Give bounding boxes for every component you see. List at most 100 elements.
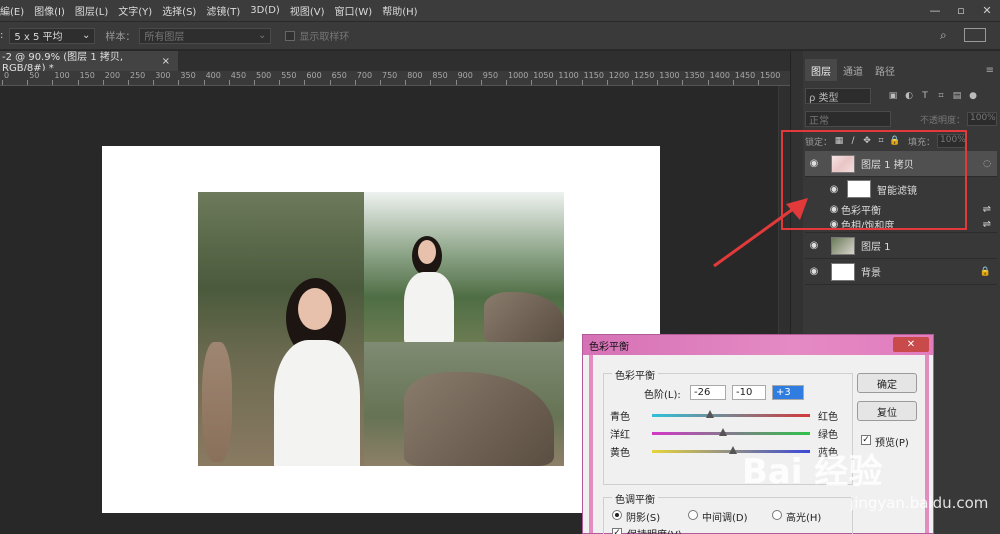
opacity-input[interactable]: 100% <box>967 112 997 126</box>
log-small <box>484 292 564 342</box>
level-cyan-red-input[interactable]: -26 <box>690 385 726 400</box>
search-icon[interactable]: ⌕ <box>940 28 947 43</box>
ruler-tick-line <box>354 80 356 85</box>
baidu-watermark: Bai 经验 jingyan.baidu.com <box>742 444 992 524</box>
shadows-radio[interactable] <box>612 510 622 520</box>
menu-filter[interactable]: 滤镜(T) <box>201 3 245 18</box>
smart-object-filter-icon[interactable]: ▤ <box>949 91 965 101</box>
preserve-luminosity-checkbox[interactable]: ✓ <box>612 528 622 534</box>
adjustment-filter-icon[interactable]: ◐ <box>901 91 917 101</box>
workspace-icon[interactable] <box>964 28 986 42</box>
log-large <box>404 372 554 466</box>
ruler-tick-label: 900 <box>457 71 473 80</box>
ruler-tick-label: 1050 <box>533 71 554 80</box>
ruler-tick-label: 600 <box>306 71 322 80</box>
smart-filter-toggle-icon[interactable]: ◌ <box>983 159 991 169</box>
group-tone-balance-label: 色调平衡 <box>612 491 658 506</box>
ruler-tick-line <box>632 80 633 85</box>
midtones-label: 中间调(D) <box>702 513 748 524</box>
ruler-tick-label: 200 <box>104 71 121 80</box>
ruler-tick-label: 300 <box>155 71 171 80</box>
level-magenta-green-input[interactable]: -10 <box>732 385 766 400</box>
filter-options-icon[interactable]: ⇌ <box>983 204 991 215</box>
pixel-filter-icon[interactable]: ▣ <box>885 91 901 101</box>
type-filter-icon[interactable]: T <box>917 91 933 101</box>
ruler-tick-line <box>77 80 79 85</box>
ruler-tick-line <box>455 80 457 85</box>
dialog-close-button[interactable]: ✕ <box>893 337 929 352</box>
ok-button[interactable]: 确定 <box>857 373 917 393</box>
tab-channels[interactable]: 通道 <box>837 59 869 81</box>
midtones-radio[interactable] <box>688 510 698 520</box>
menu-window[interactable]: 窗口(W) <box>330 3 378 18</box>
layer-row[interactable]: ◉ 图层 1 <box>805 233 997 259</box>
document-canvas[interactable] <box>102 146 660 513</box>
menu-help[interactable]: 帮助(H) <box>377 3 422 18</box>
ruler-tick-label: 950 <box>482 71 499 80</box>
ruler-tick-label: 1100 <box>558 71 579 80</box>
menu-layer[interactable]: 图层(L) <box>70 3 113 18</box>
ruler-tick-label: 650 <box>331 71 347 80</box>
ruler-tick-label: 350 <box>180 71 196 80</box>
show-ring-checkbox[interactable] <box>285 30 296 41</box>
menu-view[interactable]: 视图(V) <box>285 3 330 18</box>
filter-options-icon[interactable]: ⇌ <box>983 219 991 230</box>
slider-knob[interactable] <box>719 428 728 436</box>
ruler-tick-line <box>329 80 331 85</box>
cyan-label: 青色 <box>610 412 630 423</box>
ruler-tick-label: 50 <box>29 71 40 80</box>
figure-dress <box>274 340 360 466</box>
layer-name: 图层 1 <box>861 242 891 253</box>
ruler-tick-line <box>581 80 583 85</box>
sample-layers-value: 所有图层 <box>144 32 185 43</box>
ruler-tick-line <box>682 80 684 85</box>
ruler-tick-label: 750 <box>382 71 398 80</box>
menu-edit[interactable]: 編(E) <box>0 3 29 18</box>
ruler-tick-label: 100 <box>54 71 70 80</box>
shape-filter-icon[interactable]: ⌗ <box>933 91 949 101</box>
opacity-label: 不透明度： <box>919 115 965 126</box>
filter-kind-select[interactable]: ρ 类型 <box>805 88 871 104</box>
ruler-tick-label: 250 <box>130 71 146 80</box>
filter-toggle-icon[interactable]: ● <box>965 91 981 101</box>
ruler-tick-label: 550 <box>281 71 297 80</box>
ruler-tick-label: 450 <box>230 71 247 80</box>
menu-3d[interactable]: 3D(D) <box>245 5 285 16</box>
maximize-button[interactable]: ▫ <box>948 0 974 20</box>
close-tab-icon[interactable]: × <box>162 56 170 67</box>
dialog-titlebar[interactable]: 色彩平衡 ✕ <box>583 335 933 355</box>
sample-size-select[interactable]: 5 x 5 平均 ⌄ <box>9 27 96 44</box>
ruler-tick-label: 700 <box>356 71 373 80</box>
level-yellow-blue-input[interactable]: +3 <box>772 385 804 400</box>
document-tab[interactable]: -2 @ 90.9% (图层 1 拷贝, RGB/8#) * × <box>0 51 178 74</box>
ruler-tick-label: 1150 <box>583 71 604 80</box>
layer-thumbnail <box>831 262 855 281</box>
ruler-tick-line <box>657 80 659 85</box>
sample-label: 样本： <box>105 32 136 43</box>
magenta-green-slider[interactable] <box>652 428 810 436</box>
tab-layers[interactable]: 图层 <box>805 59 837 81</box>
chevron-down-icon: ⌄ <box>257 30 267 41</box>
menu-image[interactable]: 图像(I) <box>29 3 70 18</box>
slider-knob[interactable] <box>706 410 715 418</box>
ruler-tick-line <box>254 80 255 85</box>
menu-select[interactable]: 选择(S) <box>157 3 201 18</box>
slider-knob[interactable] <box>729 446 738 454</box>
blend-mode-select[interactable]: 正常 <box>805 111 891 127</box>
ruler-tick-line <box>758 80 759 85</box>
ruler-tick-line <box>506 80 507 85</box>
ruler-tick-line <box>531 80 533 85</box>
close-window-button[interactable]: ✕ <box>974 0 1000 20</box>
layer-row[interactable]: ◉ 背景 🔒 <box>805 259 997 285</box>
minimize-button[interactable]: — <box>922 0 948 20</box>
yellow-label: 黄色 <box>610 448 630 459</box>
menu-type[interactable]: 文字(Y) <box>113 3 157 18</box>
panel-menu-icon[interactable]: ≡ <box>986 65 994 76</box>
sample-layers-select[interactable]: 所有图层 ⌄ <box>139 27 272 44</box>
tab-paths[interactable]: 路径 <box>869 59 901 81</box>
cyan-red-slider[interactable] <box>652 410 810 418</box>
shadows-label: 阴影(S) <box>626 513 661 524</box>
window-controls: — ▫ ✕ <box>922 0 1000 22</box>
figure-face <box>298 288 332 330</box>
reset-button[interactable]: 复位 <box>857 401 917 421</box>
